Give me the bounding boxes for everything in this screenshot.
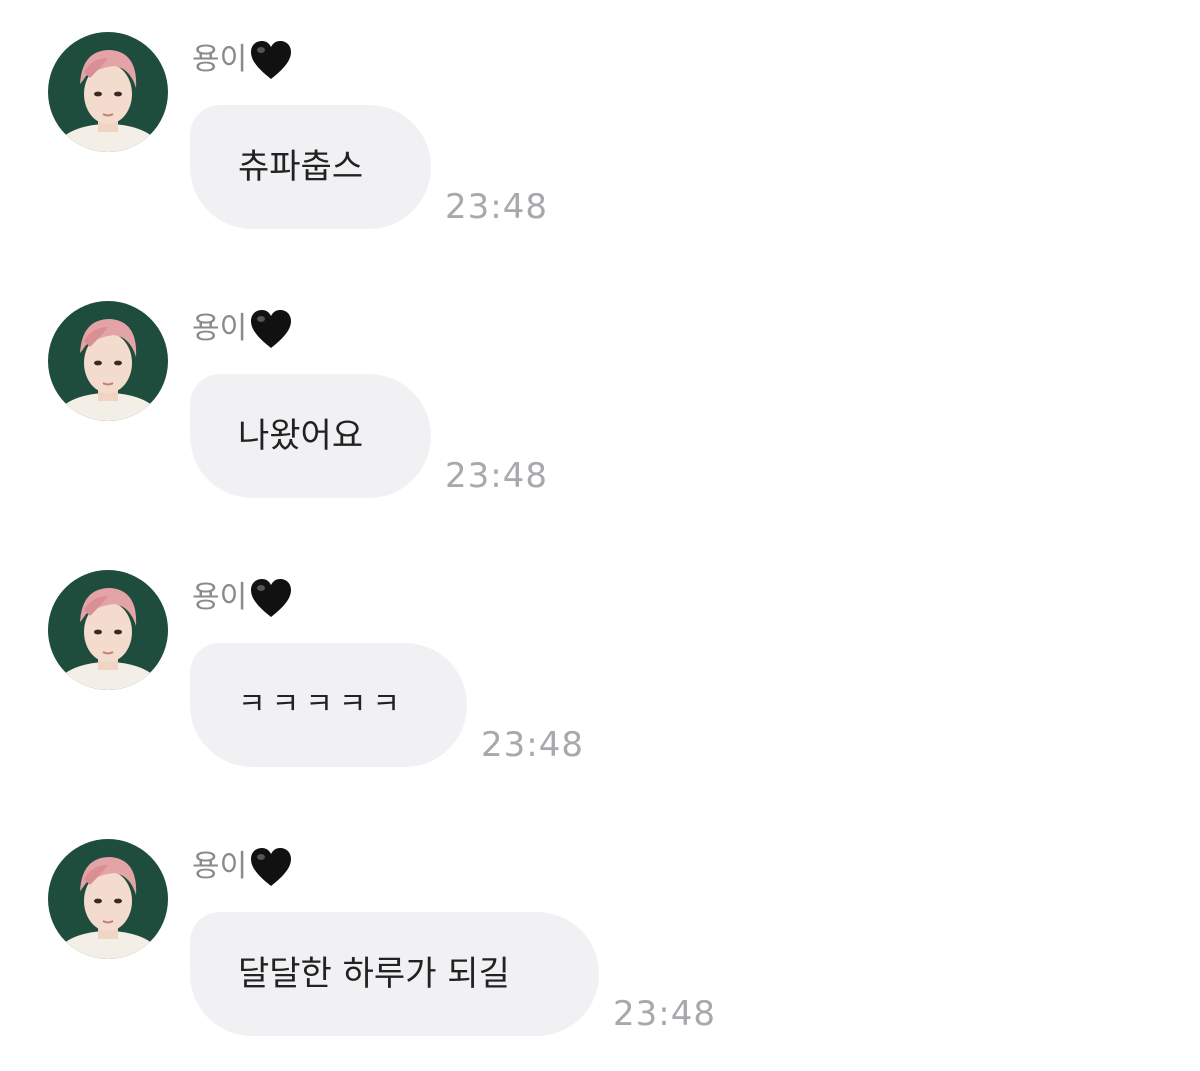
black-heart-icon (249, 39, 293, 81)
black-heart-icon (249, 846, 293, 888)
sender-label: 용이 (192, 845, 293, 889)
chat-message: 용이 달달한 하루가 되길 23:48 (0, 839, 1200, 1069)
sender-label: 용이 (192, 307, 293, 351)
avatar[interactable] (48, 301, 168, 421)
sender-name: 용이 (192, 849, 248, 884)
message-bubble[interactable]: ㅋㅋㅋㅋㅋ (190, 643, 467, 767)
message-text: ㅋㅋㅋㅋㅋ (238, 687, 406, 722)
message-text: 츄파춥스 (238, 147, 364, 187)
message-bubble[interactable]: 츄파춥스 (190, 105, 431, 229)
chat-message: 용이 ㅋㅋㅋㅋㅋ 23:48 (0, 570, 1200, 800)
avatar[interactable] (48, 570, 168, 690)
message-timestamp: 23:48 (481, 725, 584, 765)
sender-name: 용이 (192, 42, 248, 77)
chat-log: 용이 츄파춥스 23:48 용이 나왔어요 23:48 용이 ㅋㅋㅋㅋㅋ 23:… (0, 0, 1200, 1071)
sender-label: 용이 (192, 576, 293, 620)
sender-name: 용이 (192, 580, 248, 615)
black-heart-icon (249, 577, 293, 619)
message-text: 나왔어요 (238, 416, 364, 456)
message-bubble[interactable]: 나왔어요 (190, 374, 431, 498)
message-text: 달달한 하루가 되길 (238, 954, 510, 994)
avatar[interactable] (48, 32, 168, 152)
chat-message: 용이 츄파춥스 23:48 (0, 32, 1200, 262)
avatar[interactable] (48, 839, 168, 959)
chat-message: 용이 나왔어요 23:48 (0, 301, 1200, 531)
message-timestamp: 23:48 (613, 994, 716, 1034)
message-timestamp: 23:48 (445, 187, 548, 227)
black-heart-icon (249, 308, 293, 350)
sender-label: 용이 (192, 38, 293, 82)
message-bubble[interactable]: 달달한 하루가 되길 (190, 912, 599, 1036)
sender-name: 용이 (192, 311, 248, 346)
message-timestamp: 23:48 (445, 456, 548, 496)
